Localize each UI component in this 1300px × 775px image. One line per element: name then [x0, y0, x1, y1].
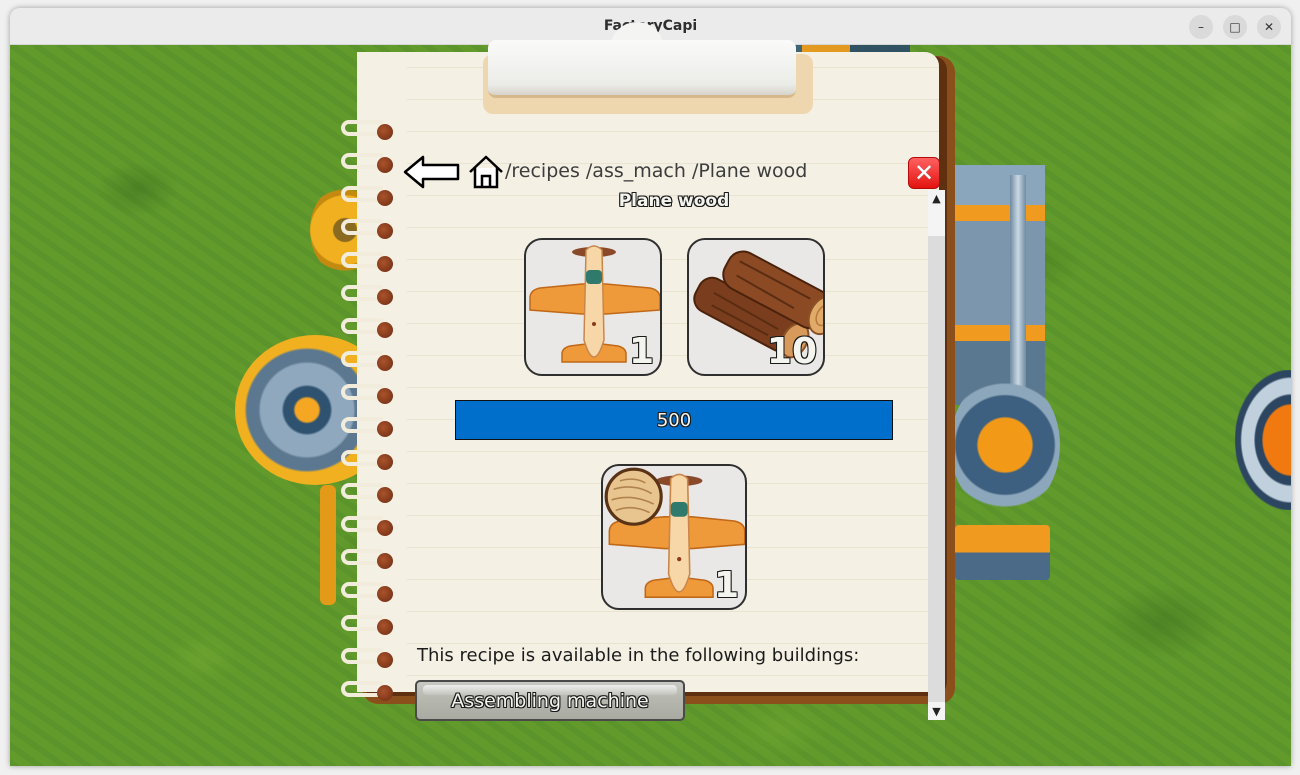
- scrollbar[interactable]: ▲ ▼: [928, 190, 945, 720]
- maximize-button[interactable]: □: [1223, 15, 1247, 39]
- output-quantity: 1: [713, 565, 739, 606]
- machine-sprite: [950, 375, 1060, 515]
- notebook-ring: [337, 382, 399, 404]
- pipe-sprite: [320, 485, 336, 605]
- ring-hole: [377, 124, 393, 140]
- notebook-ring: [337, 217, 399, 239]
- notebook-ring: [337, 514, 399, 536]
- notebook-ring: [337, 547, 399, 569]
- building-assembling-machine-button[interactable]: Assembling machine: [415, 680, 685, 721]
- clip-bar: [488, 40, 796, 98]
- notebook-ring: [337, 481, 399, 503]
- close-recipe-button[interactable]: ✕: [908, 157, 940, 189]
- close-icon: ✕: [913, 159, 935, 187]
- minimize-button[interactable]: –: [1189, 15, 1213, 39]
- input-quantity: 1: [628, 331, 654, 372]
- back-button[interactable]: [403, 155, 461, 189]
- notebook-ring: [337, 349, 399, 371]
- ring-hole: [377, 256, 393, 272]
- breadcrumb: /recipes /ass_mach /Plane wood: [505, 160, 807, 182]
- notebook-ring: [337, 184, 399, 206]
- notebook-ring: [337, 118, 399, 140]
- ring-hole: [377, 421, 393, 437]
- notebook-ring: [337, 415, 399, 437]
- notebook-rings: [337, 118, 407, 718]
- ring-hole: [377, 553, 393, 569]
- ring-hole: [377, 652, 393, 668]
- input-slot-plane[interactable]: 1: [524, 238, 662, 376]
- availability-text: This recipe is available in the followin…: [417, 645, 860, 666]
- ring-hole: [377, 223, 393, 239]
- notebook-ring: [337, 448, 399, 470]
- input-quantity: 10: [766, 331, 817, 372]
- close-window-button[interactable]: ✕: [1257, 15, 1281, 39]
- scroll-down-button[interactable]: ▼: [928, 702, 945, 720]
- ring-hole: [377, 619, 393, 635]
- craft-time-bar: 500: [455, 400, 893, 440]
- notebook-ring: [337, 679, 399, 701]
- ring-hole: [377, 388, 393, 404]
- ring-hole: [377, 157, 393, 173]
- scroll-up-button[interactable]: ▲: [928, 190, 945, 236]
- notebook-ring: [337, 646, 399, 668]
- ring-hole: [377, 454, 393, 470]
- notebook-ring: [337, 613, 399, 635]
- ring-hole: [377, 586, 393, 602]
- left-arrow-icon: [403, 155, 460, 189]
- breadcrumb-plane-wood[interactable]: /Plane wood: [692, 160, 807, 182]
- notebook-ring: [337, 151, 399, 173]
- home-icon: [469, 155, 503, 189]
- ring-hole: [377, 289, 393, 305]
- output-slot-plane-wood[interactable]: 1: [601, 464, 747, 610]
- ring-hole: [377, 487, 393, 503]
- notebook-ring: [337, 283, 399, 305]
- home-button[interactable]: [468, 154, 504, 190]
- window-controls: – □ ✕: [1189, 15, 1281, 39]
- recipe-title: Plane wood: [618, 191, 730, 211]
- notebook-ring: [337, 316, 399, 338]
- ring-hole: [377, 520, 393, 536]
- ring-hole: [377, 355, 393, 371]
- notebook-ring: [337, 580, 399, 602]
- machine-sprite: [1235, 370, 1291, 510]
- building-button-label: Assembling machine: [451, 689, 649, 712]
- breadcrumb-ass-mach[interactable]: /ass_mach: [586, 160, 686, 182]
- ring-hole: [377, 685, 393, 701]
- ring-hole: [377, 190, 393, 206]
- machine-sprite: [955, 525, 1050, 580]
- craft-time-label: 500: [656, 409, 692, 431]
- notebook-ring: [337, 250, 399, 272]
- ring-hole: [377, 322, 393, 338]
- breadcrumb-recipes[interactable]: /recipes: [505, 160, 580, 182]
- input-slot-wood[interactable]: 10: [687, 238, 825, 376]
- clipboard-clip: [480, 22, 813, 114]
